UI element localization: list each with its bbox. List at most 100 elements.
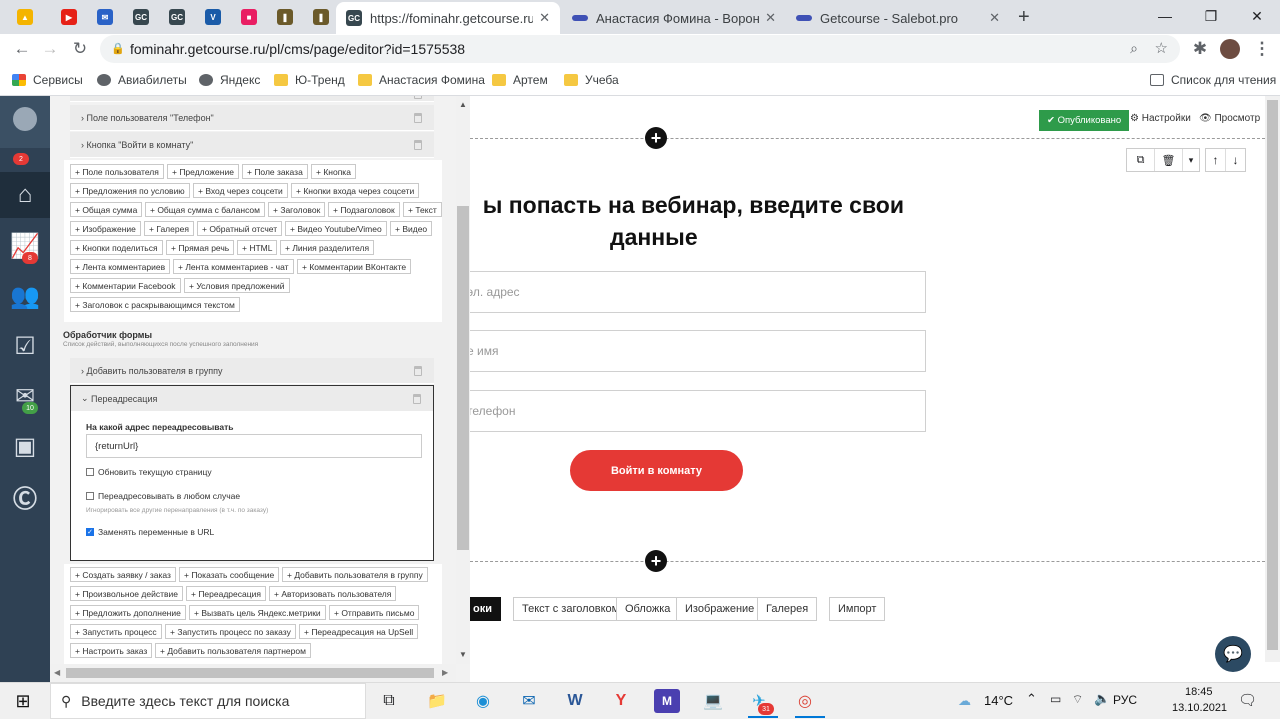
add-block-chip[interactable]: + Предложения по условию — [70, 183, 190, 198]
settings-link[interactable]: ⚙ Настройки — [1130, 113, 1191, 124]
tab-gallery[interactable]: Галерея — [757, 597, 818, 621]
scroll-up-icon[interactable]: ▲ — [459, 100, 467, 109]
close-window-icon[interactable]: ✕ — [1234, 0, 1280, 32]
pinned-tab[interactable]: ❚ — [268, 4, 302, 30]
add-block-chip[interactable]: + Изображение — [70, 221, 141, 236]
star-icon[interactable]: ☆ — [1155, 39, 1168, 57]
list-item[interactable]: › Кнопка "Войти в комнату" — [70, 132, 434, 158]
pinned-tab[interactable]: ■ — [232, 4, 266, 30]
scroll-right-icon[interactable]: ▶ — [442, 668, 448, 677]
bookmark-services[interactable]: Сервисы — [12, 71, 83, 89]
tab-salebot[interactable]: Getcourse - Salebot.pro ✕ — [786, 2, 1010, 34]
add-block-icon[interactable]: + — [645, 550, 667, 572]
add-action-chip[interactable]: + Переадресация — [186, 586, 266, 601]
notifications-icon[interactable]: 🗨 — [1238, 691, 1257, 709]
add-action-chip[interactable]: + Показать сообщение — [179, 567, 280, 582]
new-tab-button[interactable]: + — [1018, 6, 1030, 29]
redirect-header[interactable]: ⌄ Переадресация — [71, 386, 433, 411]
close-icon[interactable]: ✕ — [765, 10, 776, 26]
add-action-chip[interactable]: + Переадресация на UpSell — [299, 624, 419, 639]
add-block-chip[interactable]: + Общая сумма с балансом — [145, 202, 265, 217]
pinned-tab[interactable]: V — [196, 4, 230, 30]
add-block-chip[interactable]: + Видео — [390, 221, 433, 236]
word-icon[interactable]: W — [562, 689, 588, 713]
add-block-chip[interactable]: + Текст — [403, 202, 442, 217]
close-icon[interactable]: ✕ — [539, 10, 550, 26]
view-link[interactable]: 👁 Просмотр — [1199, 113, 1260, 124]
getcourse-logo-icon[interactable]: Ⓒ — [0, 472, 50, 520]
scroll-left-icon[interactable]: ◀ — [54, 668, 60, 677]
bookmark-folder[interactable]: Ю-Тренд — [274, 71, 345, 89]
add-action-chip[interactable]: + Запустить процесс по заказу — [165, 624, 296, 639]
restore-icon[interactable]: ❐ — [1188, 0, 1234, 32]
add-block-chip[interactable]: + Кнопки входа через соцсети — [291, 183, 420, 198]
language-indicator[interactable]: РУС — [1113, 693, 1137, 707]
add-block-chip[interactable]: + Кнопки поделиться — [70, 240, 163, 255]
reading-list[interactable]: Список для чтения — [1150, 71, 1276, 89]
add-block-chip[interactable]: + Комментарии Facebook — [70, 278, 181, 293]
chrome-icon[interactable]: ◎ — [792, 689, 818, 713]
import-button[interactable]: Импорт — [829, 597, 886, 621]
pinned-tab[interactable]: GC — [124, 4, 158, 30]
add-block-chip[interactable]: + Галерея — [144, 221, 194, 236]
pinned-tab[interactable]: GC — [160, 4, 194, 30]
phone-field[interactable]: телефон — [470, 390, 926, 432]
add-block-chip[interactable]: + Поле пользователя — [70, 164, 164, 179]
preview-scrollbar[interactable] — [1265, 96, 1280, 662]
add-block-chip[interactable]: + HTML — [237, 240, 278, 255]
add-action-chip[interactable]: + Предложить дополнение — [70, 605, 186, 620]
add-block-chip[interactable]: + Кнопка — [311, 164, 356, 179]
tasks-icon[interactable]: ☑ — [0, 322, 50, 370]
tab-funnels[interactable]: Анастасия Фомина - Воронки ✕ — [562, 2, 786, 34]
checkbox[interactable] — [86, 492, 94, 500]
bookmark-folder[interactable]: Учеба — [564, 71, 619, 89]
pinned-tab[interactable]: ▶ — [52, 4, 86, 30]
address-bar[interactable]: 🔒 fominahr.getcourse.ru/pl/cms/page/edit… — [100, 35, 1180, 63]
profile-avatar-icon[interactable]: 2 — [0, 96, 50, 165]
chat-icon[interactable]: 💬 — [1215, 636, 1251, 672]
published-button[interactable]: ✔ Опубликовано — [1039, 110, 1130, 131]
wifi-icon[interactable]: ⌔ — [1072, 692, 1083, 707]
bookmark-folder[interactable]: Артем — [492, 71, 548, 89]
mail-app-icon[interactable]: ✉ — [516, 689, 542, 713]
horizontal-scrollbar[interactable]: ◀ ▶ — [50, 664, 456, 682]
arrow-up-icon[interactable]: ↑ — [1206, 149, 1226, 171]
add-block-chip[interactable]: + Обратный отсчет — [197, 221, 283, 236]
copy-icon[interactable]: ⧉ — [1127, 149, 1155, 171]
close-icon[interactable]: ✕ — [989, 10, 1000, 26]
bookmark-avia[interactable]: Авиабилеты — [97, 71, 187, 89]
list-item[interactable]: › Добавить пользователя в группу — [70, 358, 434, 384]
pinned-tab[interactable]: ✉ — [88, 4, 122, 30]
trash-icon[interactable] — [414, 139, 422, 150]
add-block-chip[interactable]: + Подзаголовок — [328, 202, 400, 217]
refresh-page-option[interactable]: Обновить текущую страницу — [86, 467, 212, 477]
network-icon[interactable]: ▭ — [1050, 692, 1061, 706]
bookmark-yandex[interactable]: Яндекс — [199, 71, 260, 89]
add-action-chip[interactable]: + Вызвать цель Яндекс.метрики — [189, 605, 326, 620]
add-action-chip[interactable]: + Создать заявку / заказ — [70, 567, 176, 582]
yandex-browser-icon[interactable]: Y — [608, 689, 634, 713]
bookmark-folder[interactable]: Анастасия Фомина — [358, 71, 485, 89]
enter-room-button[interactable]: Войти в комнату — [570, 450, 743, 491]
tab-image[interactable]: Изображение — [676, 597, 764, 621]
list-item[interactable] — [70, 96, 434, 102]
clock-time[interactable]: 18:45 — [1185, 686, 1213, 698]
edge-icon[interactable]: ◉ — [470, 689, 496, 713]
add-action-chip[interactable]: + Добавить пользователя в группу — [282, 567, 428, 582]
name-field[interactable]: е имя — [470, 330, 926, 372]
vertical-scroll-thumb[interactable] — [457, 206, 469, 550]
menu-icon[interactable]: ⋮ — [1250, 37, 1274, 61]
add-block-chip[interactable]: + Заголовок с раскрывающимся текстом — [70, 297, 240, 312]
taskbar-search-input[interactable]: ⚲ Введите здесь текст для поиска — [50, 683, 366, 719]
add-block-icon[interactable]: + — [645, 127, 667, 149]
volume-icon[interactable]: 🔈 — [1094, 691, 1110, 707]
add-block-chip[interactable]: + Прямая речь — [166, 240, 235, 255]
add-block-chip[interactable]: + Лента комментариев - чат — [173, 259, 294, 274]
weather-temp[interactable]: 14°C — [984, 693, 1013, 708]
add-block-chip[interactable]: + Поле заказа — [242, 164, 308, 179]
stats-icon[interactable]: 📈 8 — [0, 222, 50, 270]
scroll-down-icon[interactable]: ▼ — [459, 650, 467, 659]
tray-chevron-icon[interactable]: ⌃ — [1026, 691, 1037, 707]
add-block-chip[interactable]: + Условия предложений — [184, 278, 290, 293]
add-action-chip[interactable]: + Авторизовать пользователя — [269, 586, 397, 601]
